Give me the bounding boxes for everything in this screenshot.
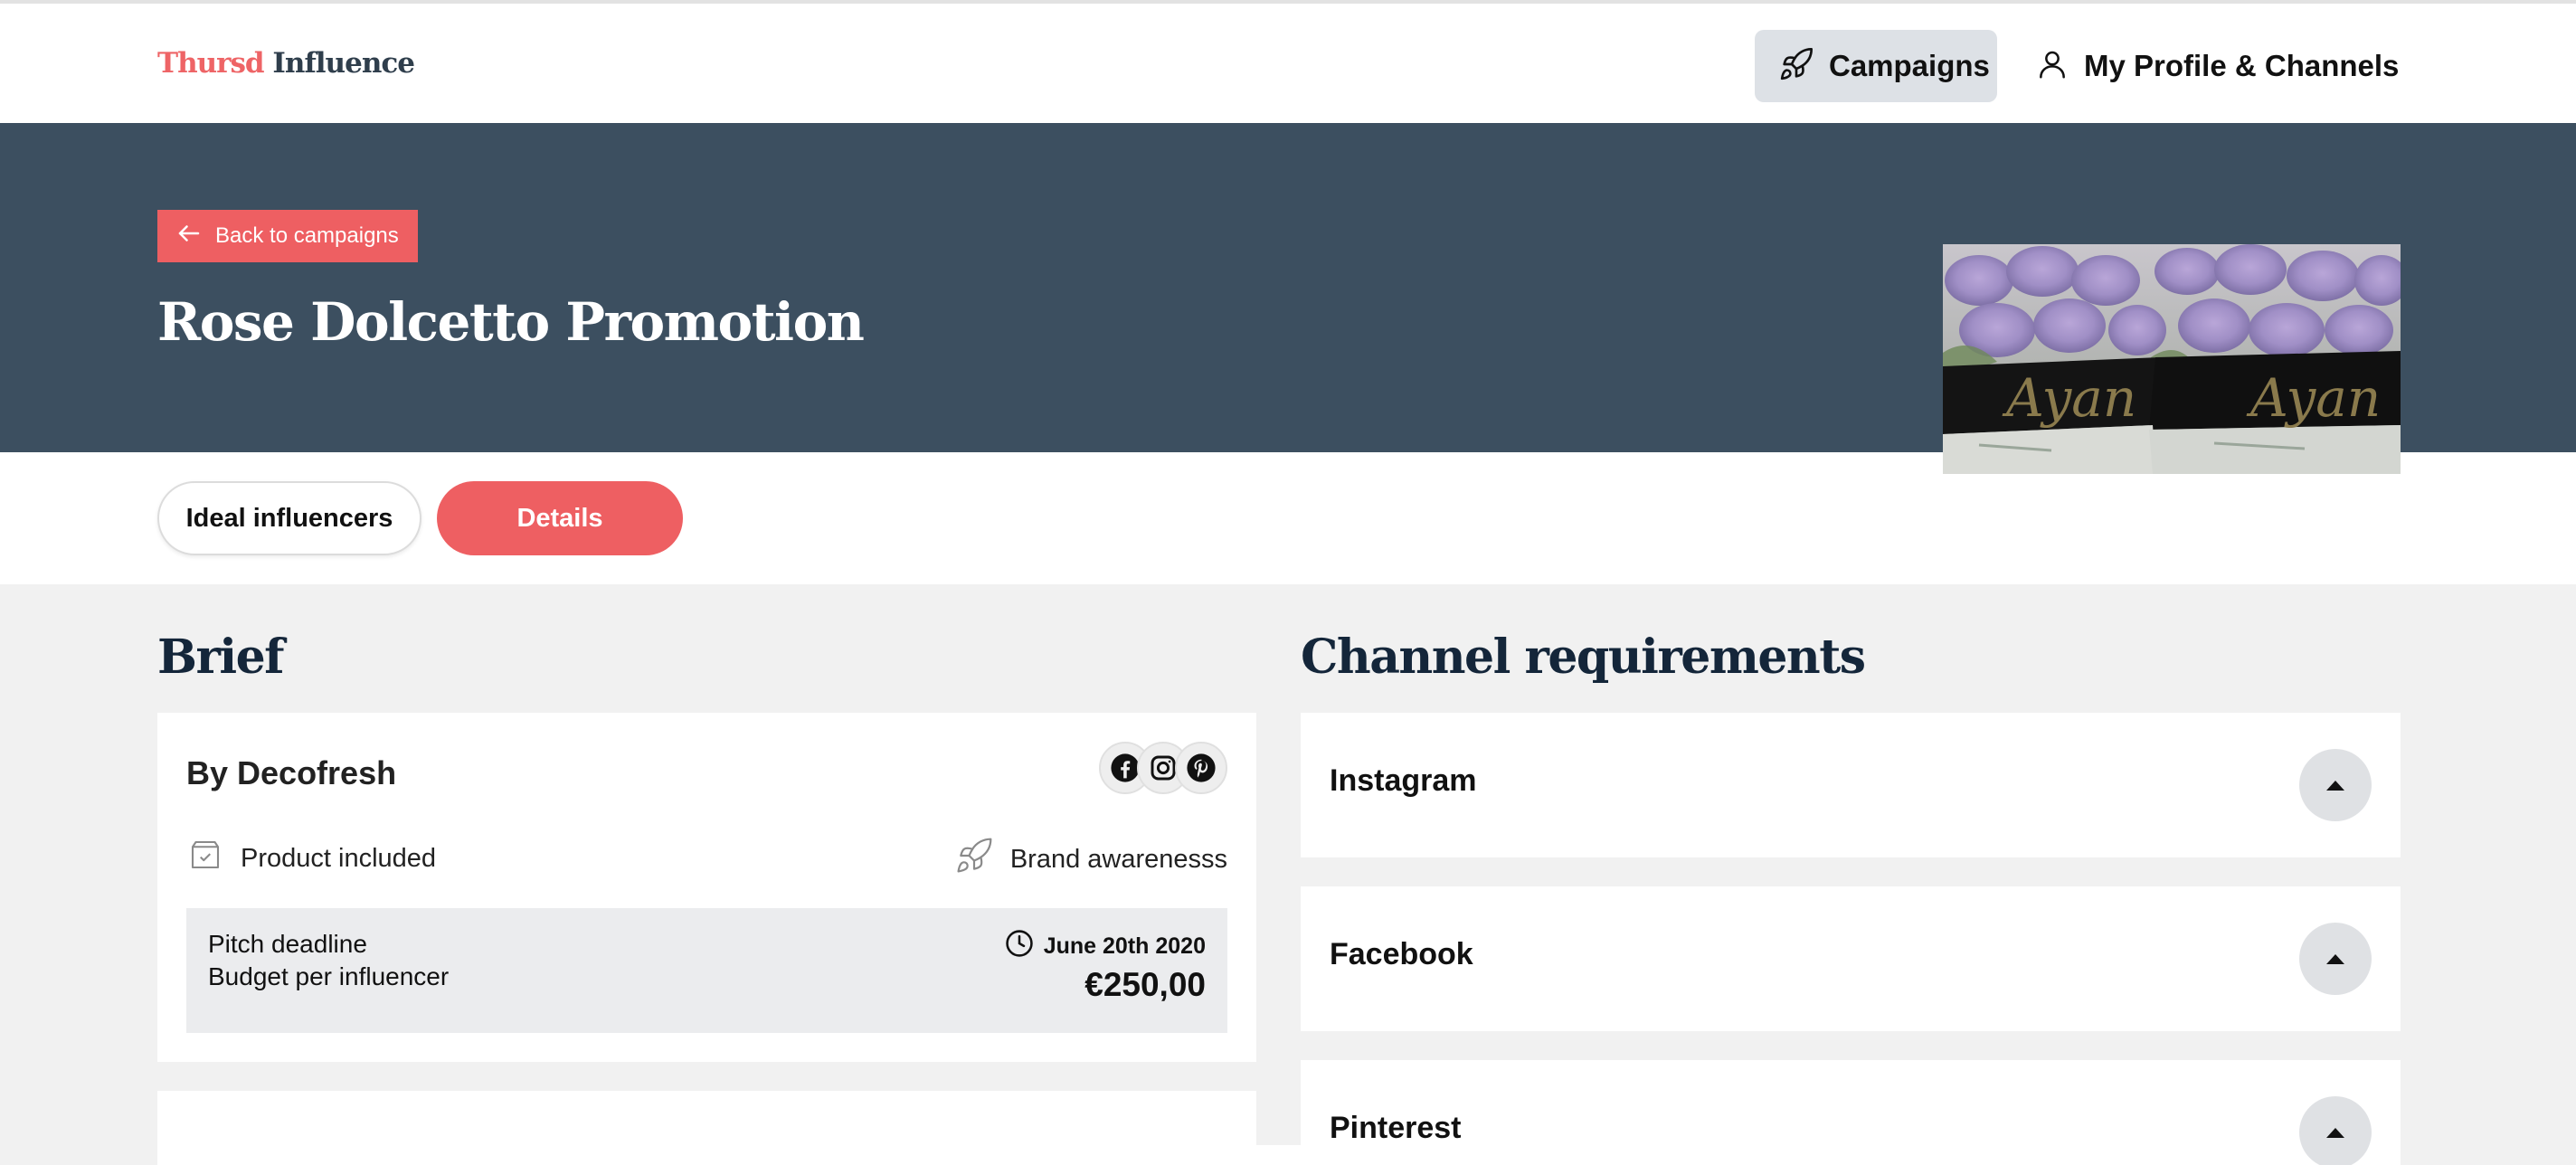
campaign-hero: Back to campaigns Rose Dolcetto Promotio… <box>0 123 2576 474</box>
channel-name: Pinterest <box>1330 1111 1462 1145</box>
pitch-deadline-value: June 20th 2020 <box>1004 928 1206 965</box>
rocket-icon <box>1778 46 1814 87</box>
tab-details[interactable]: Details <box>437 481 683 555</box>
caret-up-icon[interactable] <box>2299 1096 2372 1165</box>
rocket-icon <box>954 836 994 883</box>
product-included: Product included <box>186 836 436 881</box>
image-lettering: Ayan <box>2246 367 2381 429</box>
budget-label: Budget per influencer <box>208 962 450 990</box>
pitch-deadline-label: Pitch deadline <box>208 930 367 958</box>
social-channels <box>1099 742 1227 794</box>
product-included-label: Product included <box>241 843 437 873</box>
channel-requirements-heading: Channel requirements <box>1301 630 1866 685</box>
channel-item-instagram[interactable]: Instagram <box>1301 713 2401 857</box>
logo[interactable]: Thursd Influence <box>157 47 415 80</box>
campaign-goal-label: Brand awarenesss <box>1009 844 1227 874</box>
tab-ideal-influencers[interactable]: Ideal influencers <box>157 481 421 555</box>
deadline-budget-box: Pitch deadline Budget per influencer Jun… <box>186 908 1227 1033</box>
clock-icon <box>1004 928 1035 965</box>
nav-profile-button[interactable]: My Profile & Channels <box>2035 30 2399 102</box>
nav-campaigns-button[interactable]: Campaigns <box>1755 30 1997 102</box>
channel-name: Instagram <box>1330 763 1477 798</box>
logo-part-2: Influence <box>272 47 415 80</box>
brief-heading: Brief <box>157 630 285 685</box>
brand-name: By Decofresh <box>186 754 397 791</box>
channel-item-facebook[interactable]: Facebook <box>1301 886 2401 1031</box>
user-icon <box>2035 47 2069 86</box>
pitch-deadline-date: June 20th 2020 <box>1043 933 1206 959</box>
logo-part-1: Thursd <box>157 47 265 80</box>
campaign-goal: Brand awarenesss <box>954 836 1227 883</box>
box-check-icon <box>186 836 224 881</box>
campaign-title: Rose Dolcetto Promotion <box>157 291 865 353</box>
pinterest-icon[interactable] <box>1175 742 1227 794</box>
caret-up-icon[interactable] <box>2299 923 2372 995</box>
card-edge <box>1256 1145 1301 1165</box>
campaign-image: Ayan Ayan <box>1943 244 2401 474</box>
top-navigation-bar: Thursd Influence Campaigns My Profile & … <box>0 0 2576 123</box>
channel-item-pinterest[interactable]: Pinterest <box>1301 1060 2401 1165</box>
nav-campaigns-label: Campaigns <box>1829 49 1990 82</box>
back-to-campaigns-button[interactable]: Back to campaigns <box>157 210 418 262</box>
caret-up-icon[interactable] <box>2299 749 2372 821</box>
budget-value: €250,00 <box>1084 966 1206 1003</box>
back-to-campaigns-label: Back to campaigns <box>215 223 399 248</box>
image-lettering: Ayan <box>2002 367 2136 429</box>
arrow-left-icon <box>175 220 203 253</box>
channel-name: Facebook <box>1330 937 1473 971</box>
nav-profile-label: My Profile & Channels <box>2084 49 2400 82</box>
brief-card: By Decofresh Product included Brand awar… <box>157 713 1256 1062</box>
brief-secondary-card <box>157 1091 1256 1165</box>
